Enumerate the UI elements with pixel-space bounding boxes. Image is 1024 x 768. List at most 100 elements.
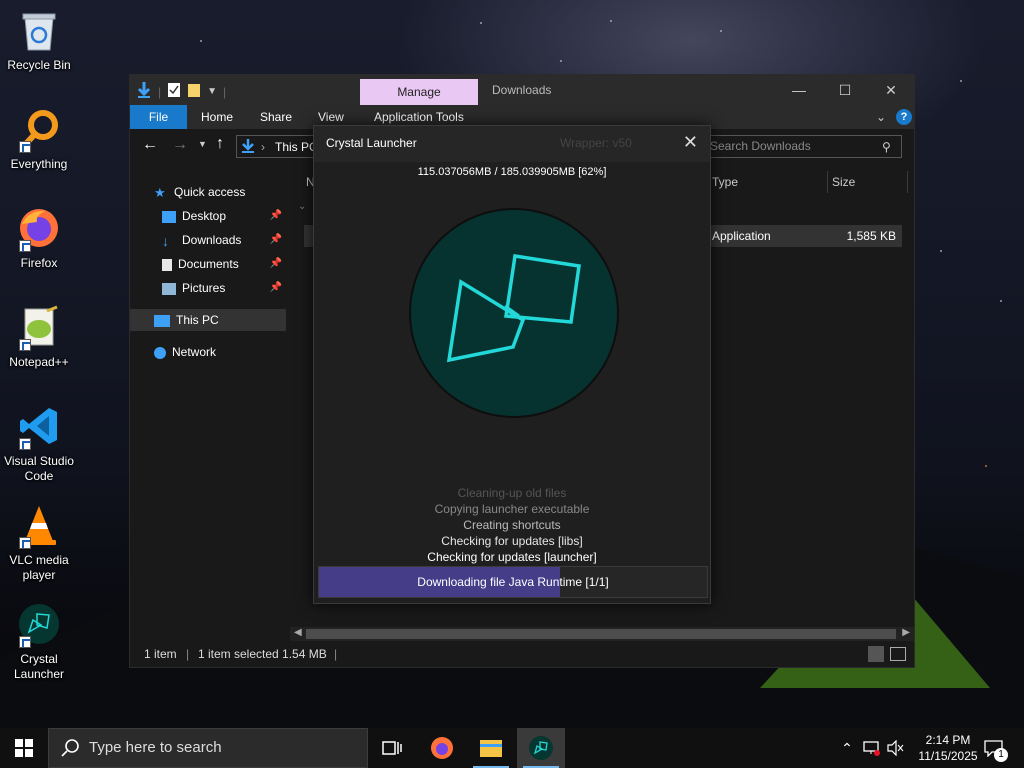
scrollbar-thumb[interactable] bbox=[306, 629, 896, 639]
log-line: Checking for updates [launcher] bbox=[427, 550, 597, 564]
volume-muted-icon[interactable] bbox=[884, 728, 906, 768]
minimize-button[interactable]: — bbox=[776, 75, 822, 105]
forward-arrow-icon[interactable]: → bbox=[172, 136, 188, 154]
scroll-left-icon[interactable]: ◀ bbox=[294, 627, 302, 638]
close-button[interactable]: ✕ bbox=[868, 75, 914, 105]
column-header-size[interactable]: Size bbox=[830, 171, 908, 193]
help-icon[interactable]: ? bbox=[896, 109, 912, 125]
notepad-plus-plus-icon bbox=[15, 303, 63, 351]
nav-item-quick-access[interactable]: ★ Quick access bbox=[154, 181, 312, 203]
download-status-text: Downloading file Java Runtime [1/1] bbox=[417, 575, 609, 589]
search-icon bbox=[60, 738, 80, 761]
vlc-icon bbox=[15, 501, 63, 549]
file-size: 1,585 KB bbox=[846, 229, 896, 243]
download-progress-bar: Downloading file Java Runtime [1/1] bbox=[318, 566, 708, 598]
tab-share[interactable]: Share bbox=[260, 105, 292, 129]
nav-item-pictures[interactable]: Pictures 📌 bbox=[162, 277, 288, 299]
shortcut-arrow-icon bbox=[19, 438, 31, 450]
wrapper-version: Wrapper: v50 bbox=[560, 136, 632, 150]
nav-item-downloads[interactable]: ↓ Downloads 📌 bbox=[162, 229, 288, 251]
back-arrow-icon[interactable]: ← bbox=[142, 136, 158, 154]
shortcut-arrow-icon bbox=[19, 537, 31, 549]
shortcut-arrow-icon bbox=[19, 636, 31, 648]
nav-label: Documents bbox=[178, 257, 239, 271]
crystal-launcher-window[interactable]: Crystal Launcher Wrapper: v50 ✕ 115.0370… bbox=[313, 125, 711, 604]
large-icons-view-icon[interactable] bbox=[890, 647, 906, 661]
nav-label: Quick access bbox=[174, 185, 246, 199]
details-view-icon[interactable] bbox=[868, 646, 884, 662]
desktop-icon-label: Notepad++ bbox=[9, 355, 69, 369]
desktop-icon-label: Everything bbox=[10, 157, 68, 171]
breadcrumb-this-pc[interactable]: This PC bbox=[275, 140, 318, 154]
crystal-logo-icon bbox=[446, 253, 581, 363]
nav-item-desktop[interactable]: Desktop 📌 bbox=[162, 205, 288, 227]
shortcut-arrow-icon bbox=[19, 240, 31, 252]
column-header-type[interactable]: Type bbox=[712, 171, 828, 193]
tab-home[interactable]: Home bbox=[201, 105, 233, 129]
taskbar: Type here to search ⌃ 2:14 PM 11/15/2025… bbox=[0, 728, 1024, 768]
pin-icon[interactable]: 📌 bbox=[270, 229, 282, 251]
pin-icon[interactable]: 📌 bbox=[270, 205, 282, 227]
shortcut-arrow-icon bbox=[19, 339, 31, 351]
close-icon[interactable]: ✕ bbox=[683, 132, 698, 153]
network-status-icon[interactable] bbox=[860, 728, 882, 768]
network-icon bbox=[154, 346, 166, 359]
pin-icon[interactable]: 📌 bbox=[270, 277, 282, 299]
horizontal-scrollbar[interactable]: ◀ ▶ bbox=[290, 627, 914, 641]
taskbar-file-explorer[interactable] bbox=[467, 728, 515, 768]
desktop-icon-label: Crystal Launcher bbox=[13, 652, 65, 681]
nav-item-documents[interactable]: Documents 📌 bbox=[162, 253, 288, 275]
desktop-icon-vscode[interactable]: Visual Studio Code bbox=[2, 402, 76, 484]
nav-label: This PC bbox=[176, 313, 219, 327]
nav-label: Downloads bbox=[182, 233, 242, 247]
show-hidden-icons-chevron-icon[interactable]: ⌃ bbox=[838, 728, 856, 768]
log-line: Cleaning-up old files bbox=[457, 486, 567, 500]
tab-file[interactable]: File bbox=[130, 105, 187, 129]
task-view-button[interactable] bbox=[368, 728, 416, 768]
file-type: Application bbox=[712, 229, 771, 243]
nav-label: Network bbox=[172, 345, 217, 359]
customize-toolbar-icon[interactable]: ▼ bbox=[207, 86, 217, 97]
group-collapse-icon[interactable]: ⌄ bbox=[298, 201, 306, 212]
desktop-icon-vlc[interactable]: VLC media player bbox=[2, 501, 76, 583]
ribbon-expand-icon[interactable]: ⌄ bbox=[876, 105, 886, 129]
desktop-icon-firefox[interactable]: Firefox bbox=[2, 204, 76, 271]
pin-icon[interactable]: 📌 bbox=[270, 253, 282, 275]
desktop-icon-everything[interactable]: Everything bbox=[2, 105, 76, 172]
launcher-titlebar[interactable]: Crystal Launcher Wrapper: v50 ✕ bbox=[314, 126, 710, 162]
scroll-right-icon[interactable]: ▶ bbox=[902, 627, 910, 638]
taskbar-search-input[interactable]: Type here to search bbox=[48, 728, 368, 768]
desktop-icon-label: Recycle Bin bbox=[7, 58, 71, 72]
search-input[interactable]: Search Downloads bbox=[704, 135, 902, 158]
system-clock[interactable]: 2:14 PM 11/15/2025 bbox=[908, 732, 988, 764]
up-arrow-icon[interactable]: ↑ bbox=[216, 135, 224, 153]
start-button[interactable] bbox=[0, 728, 48, 768]
taskbar-firefox[interactable] bbox=[418, 728, 466, 768]
properties-icon[interactable] bbox=[167, 82, 181, 101]
pictures-folder-icon bbox=[162, 282, 176, 295]
task-view-icon bbox=[382, 741, 402, 755]
desktop-icon-notepad-plus-plus[interactable]: Notepad++ bbox=[2, 303, 76, 370]
status-divider: | bbox=[334, 647, 338, 661]
desktop-icon-crystal-launcher[interactable]: Crystal Launcher bbox=[2, 600, 76, 682]
desktop-icon-recycle-bin[interactable]: Recycle Bin bbox=[2, 6, 76, 73]
new-folder-icon[interactable] bbox=[187, 82, 201, 101]
selection-info: 1 item selected 1.54 MB bbox=[198, 647, 327, 661]
download-arrow-icon[interactable] bbox=[136, 81, 152, 102]
tab-manage[interactable]: Manage bbox=[360, 79, 478, 105]
notification-center-button[interactable]: 1 bbox=[980, 728, 1008, 768]
explorer-titlebar[interactable]: | ▼ | Manage Downloads — ☐ ✕ bbox=[130, 75, 914, 105]
crystal-launcher-icon bbox=[529, 736, 553, 760]
documents-folder-icon bbox=[162, 258, 172, 271]
firefox-icon bbox=[431, 737, 453, 759]
nav-item-network[interactable]: Network bbox=[154, 341, 312, 363]
nav-item-this-pc[interactable]: This PC bbox=[130, 309, 286, 331]
launcher-title: Crystal Launcher bbox=[326, 136, 417, 150]
window-title: Downloads bbox=[492, 83, 552, 97]
taskbar-crystal-launcher[interactable] bbox=[517, 728, 565, 768]
recent-locations-icon[interactable]: ▼ bbox=[198, 139, 207, 149]
status-divider: | bbox=[186, 647, 190, 661]
firefox-icon bbox=[15, 204, 63, 252]
maximize-button[interactable]: ☐ bbox=[822, 75, 868, 105]
nav-label: Desktop bbox=[182, 209, 227, 223]
